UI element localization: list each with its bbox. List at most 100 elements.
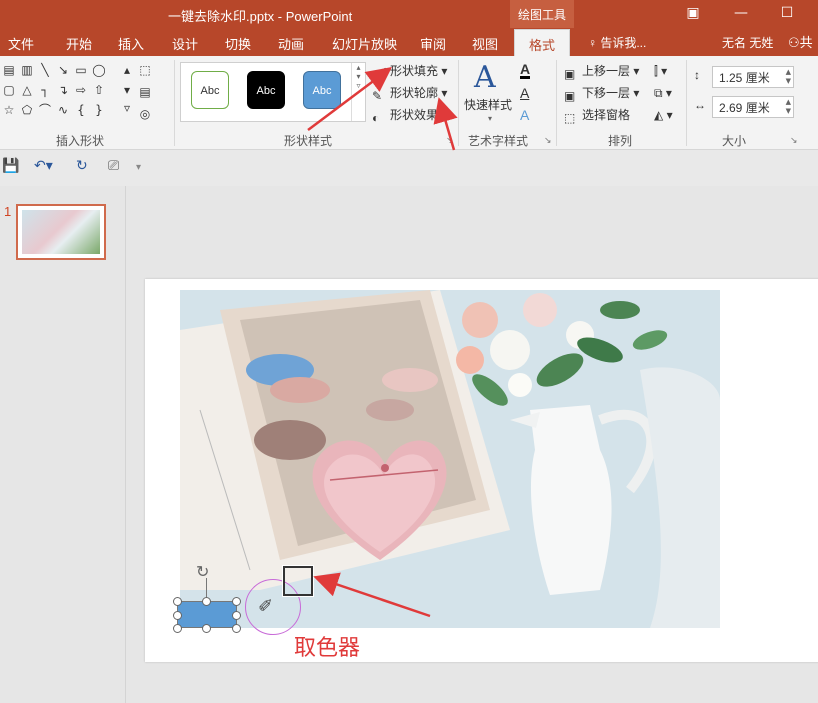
redo-icon[interactable]: ↻ xyxy=(76,158,88,174)
eyedropper-icon[interactable]: ✐ xyxy=(258,596,273,617)
present-from-start-icon[interactable]: ⎚ xyxy=(108,158,119,174)
effects-icon: ◐ xyxy=(372,111,380,125)
group-divider xyxy=(556,60,557,146)
minimize-icon[interactable]: — xyxy=(728,2,754,24)
vertical-text-box-shape-icon[interactable]: ▥ xyxy=(20,64,34,76)
person-icon: ⚇ xyxy=(788,35,800,50)
text-effects-icon[interactable]: A xyxy=(520,108,529,122)
resize-handle-bottom-right[interactable] xyxy=(232,624,241,633)
resize-handle-top-right[interactable] xyxy=(232,597,241,606)
shape-fill-button[interactable]: 🖌 形状填充 ▾ xyxy=(372,62,447,81)
oval-shape-icon[interactable]: ◯ xyxy=(92,64,106,76)
pentagon-shape-icon[interactable]: ⬠ xyxy=(20,104,34,116)
tab-slideshow[interactable]: 幻灯片放映 xyxy=(332,34,397,53)
elbow-arrow-shape-icon[interactable]: ↴ xyxy=(56,84,70,96)
resize-handle-bottom-left[interactable] xyxy=(173,624,182,633)
maximize-icon[interactable]: ☐ xyxy=(774,2,800,24)
curve-shape-icon[interactable]: ∿ xyxy=(56,104,70,116)
tab-format[interactable]: 格式 xyxy=(514,29,571,56)
triangle-shape-icon[interactable]: △ xyxy=(20,84,34,96)
tab-animations[interactable]: 动画 xyxy=(278,34,304,53)
height-input[interactable]: 1.25 厘米 ▲ ▼ xyxy=(712,66,794,88)
quick-access-toolbar: 💾 ↶▾ ↻ ⎚ ▾ xyxy=(0,150,818,186)
style-swatch-black[interactable]: Abc xyxy=(247,71,285,109)
style-swatch-outline[interactable]: Abc xyxy=(191,71,229,109)
size-launcher-icon[interactable]: ↘ xyxy=(790,136,798,146)
text-fill-icon[interactable]: A xyxy=(520,62,531,79)
tab-design[interactable]: 设计 xyxy=(172,34,198,53)
slide-thumbnail[interactable] xyxy=(16,204,106,260)
tab-review[interactable]: 审阅 xyxy=(420,34,446,53)
shapes-more-icon[interactable]: ▿ xyxy=(120,102,134,114)
photo-illustration xyxy=(180,290,720,628)
undo-icon[interactable]: ↶▾ xyxy=(34,158,53,174)
arc-shape-icon[interactable]: ⌒ xyxy=(38,104,52,116)
text-box-icon[interactable]: ▤ xyxy=(138,86,152,98)
text-outline-icon[interactable]: A xyxy=(520,86,529,100)
save-icon[interactable]: 💾 xyxy=(2,158,19,174)
star-shape-icon[interactable]: ☆ xyxy=(2,104,16,116)
rotate-objects-icon[interactable]: ◭ ▾ xyxy=(654,106,673,124)
tab-file[interactable]: 文件 xyxy=(8,34,34,53)
resize-handle-left[interactable] xyxy=(173,611,182,620)
shapes-gallery[interactable]: ▤ ▥ ╲ ↘ ▭ ◯ ▢ △ ┐ ↴ ⇨ ⇧ ☆ ⬠ ⌒ ∿ { } xyxy=(0,62,118,116)
shape-outline-label: 形状轮廓 xyxy=(390,86,439,100)
slide-thumbnail-image xyxy=(22,210,100,254)
shape-style-gallery[interactable]: Abc Abc Abc ▴ ▾ ▿ xyxy=(180,62,366,122)
paint-bucket-icon: 🖌 xyxy=(372,67,388,81)
group-objects-icon[interactable]: ⧉ ▾ xyxy=(654,84,672,102)
elbow-connector-shape-icon[interactable]: ┐ xyxy=(38,84,52,96)
height-spinner[interactable]: ▲ ▼ xyxy=(786,68,791,86)
resize-handle-top-left[interactable] xyxy=(173,597,182,606)
text-box-shape-icon[interactable]: ▤ xyxy=(2,64,16,76)
resize-handle-bottom[interactable] xyxy=(202,624,211,633)
rounded-rect-shape-icon[interactable]: ▢ xyxy=(2,84,16,96)
brace-right-shape-icon[interactable]: } xyxy=(92,104,106,116)
shapes-scroll-down-icon[interactable]: ▾ xyxy=(120,84,134,96)
brace-shape-icon[interactable]: { xyxy=(74,104,88,116)
rotation-handle-icon[interactable]: ↻ xyxy=(196,562,209,581)
shape-effects-button[interactable]: ◐ 形状效果 ▾ xyxy=(372,106,447,125)
user-name[interactable]: 无名 无姓 xyxy=(722,34,773,51)
quick-styles-button[interactable]: 快速样式 xyxy=(464,96,512,114)
width-input[interactable]: 2.69 厘米 ▲ ▼ xyxy=(712,96,794,118)
width-value: 2.69 厘米 xyxy=(719,101,770,115)
group-label-arrange: 排列 xyxy=(608,134,633,148)
shape-styles-launcher-icon[interactable]: ↘ xyxy=(446,136,454,146)
line-shape-icon[interactable]: ╲ xyxy=(38,64,52,76)
slide-thumbnails-pane: 1 xyxy=(0,186,126,703)
shapes-scroll-up-icon[interactable]: ▴ xyxy=(120,64,134,76)
shape-outline-button[interactable]: ✎ 形状轮廓 ▾ xyxy=(372,84,447,103)
quick-styles-dropdown-icon[interactable]: ▾ xyxy=(488,114,492,123)
tab-insert[interactable]: 插入 xyxy=(118,34,144,53)
resize-handle-right[interactable] xyxy=(232,611,241,620)
tab-view[interactable]: 视图 xyxy=(472,34,498,53)
style-gallery-scroll[interactable]: ▴ ▾ ▿ xyxy=(351,63,365,121)
arrow-line-shape-icon[interactable]: ↘ xyxy=(56,64,70,76)
align-icon[interactable]: ⫿ ▾ xyxy=(654,62,667,80)
customize-qat-icon[interactable]: ▾ xyxy=(136,162,141,173)
share-button[interactable]: ⚇共 xyxy=(788,32,813,51)
ribbon-display-icon[interactable]: ▣ xyxy=(680,2,706,24)
tell-me-search[interactable]: ♀ 告诉我... xyxy=(588,34,646,51)
bring-forward-button[interactable]: ▣ 上移一层 ▾ xyxy=(564,62,639,81)
slide-photo[interactable] xyxy=(180,290,720,628)
resize-handle-top[interactable] xyxy=(202,597,211,606)
selection-pane-button[interactable]: ⬚ 选择窗格 xyxy=(564,106,630,125)
send-backward-button[interactable]: ▣ 下移一层 ▾ xyxy=(564,84,639,103)
merge-shapes-icon[interactable]: ◎ xyxy=(138,108,152,120)
tab-transitions[interactable]: 切换 xyxy=(225,34,251,53)
up-arrow-shape-icon[interactable]: ⇧ xyxy=(92,84,106,96)
wordart-a-icon[interactable]: A xyxy=(474,60,496,95)
tab-home[interactable]: 开始 xyxy=(66,34,92,53)
width-spinner[interactable]: ▲ ▼ xyxy=(786,98,791,116)
rectangle-shape-icon[interactable]: ▭ xyxy=(74,64,88,76)
right-arrow-shape-icon[interactable]: ⇨ xyxy=(74,84,88,96)
style-swatch-blue[interactable]: Abc xyxy=(303,71,341,109)
lightbulb-icon: ♀ xyxy=(588,36,597,50)
edit-shape-icon[interactable]: ⬚ xyxy=(138,64,152,76)
color-sample-box xyxy=(282,565,314,597)
wordart-launcher-icon[interactable]: ↘ xyxy=(544,136,552,146)
group-label-shape-styles: 形状样式 xyxy=(284,134,333,148)
selection-pane-icon: ⬚ xyxy=(564,111,576,125)
